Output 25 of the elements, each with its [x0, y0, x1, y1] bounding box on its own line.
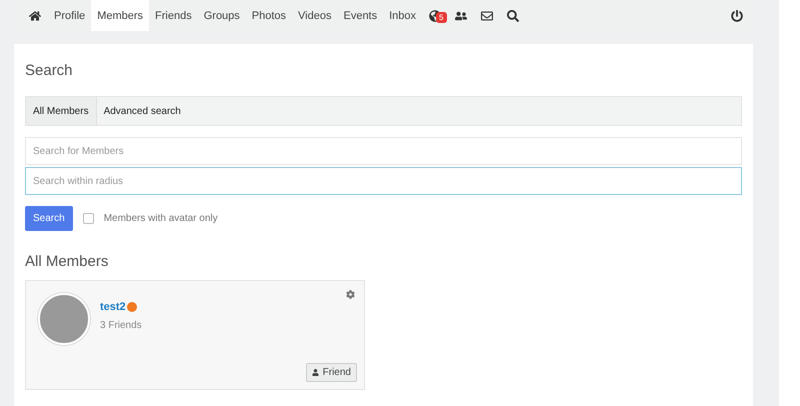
nav-link[interactable]: Groups — [198, 0, 246, 31]
person-icon — [312, 369, 319, 376]
search-tab[interactable]: All Members — [26, 97, 97, 125]
nav-link[interactable]: Profile — [48, 0, 92, 31]
checkbox-label: Members with avatar only — [104, 213, 218, 224]
search-heading: Search — [25, 62, 74, 79]
notification-badge: 5 — [436, 12, 446, 22]
settings-icon[interactable] — [346, 290, 355, 299]
member-search-field[interactable]: Search for Members — [25, 137, 742, 165]
search-tab[interactable]: Advanced search — [96, 97, 188, 125]
radius-search-field[interactable]: Search within radius — [25, 167, 742, 195]
nav-link[interactable]: Photos — [246, 0, 292, 31]
members-heading: All Members — [25, 253, 110, 270]
friend-button[interactable]: Friend — [306, 363, 357, 382]
emoji-icon — [126, 302, 137, 312]
nav-link[interactable]: Videos — [292, 0, 338, 31]
avatar-checkbox[interactable] — [82, 213, 94, 224]
nav-link[interactable]: Members — [91, 0, 150, 31]
nav-link[interactable]: Friends — [149, 0, 198, 31]
search-button[interactable]: Search — [25, 206, 73, 231]
nav-link[interactable]: Events — [337, 0, 384, 31]
nav-link[interactable]: Inbox — [383, 0, 422, 31]
member-name[interactable]: test2 — [100, 301, 142, 313]
avatar — [38, 293, 90, 345]
friend-count: 3 Friends — [100, 320, 142, 331]
